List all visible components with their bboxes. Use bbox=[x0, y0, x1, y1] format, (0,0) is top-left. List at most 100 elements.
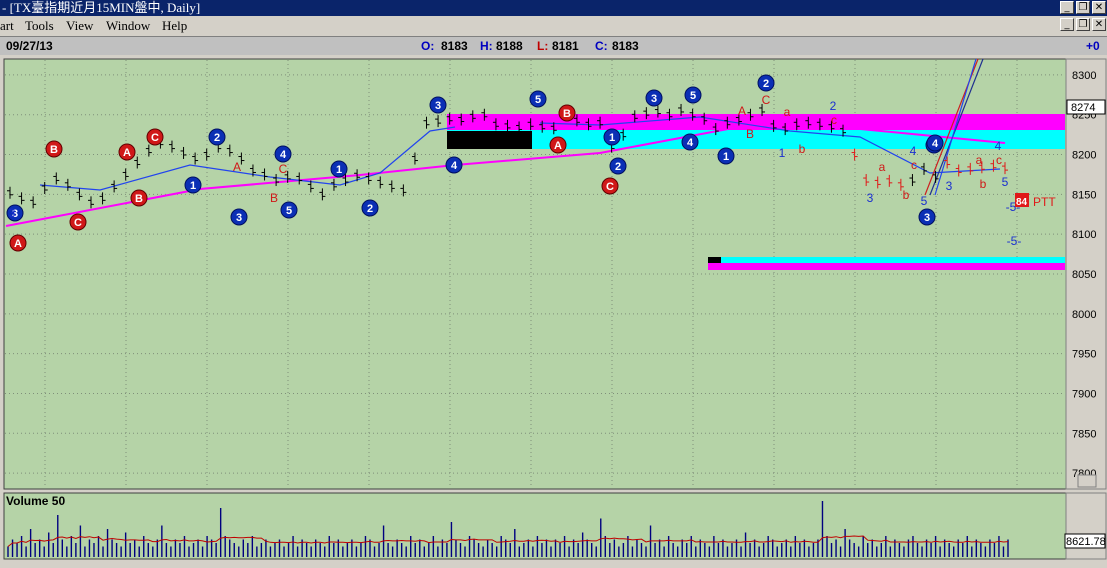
wave-minor-label-blue: -5- bbox=[1007, 234, 1022, 248]
price-tick-label: 8300 bbox=[1072, 70, 1096, 82]
volume-value-label: 8621.78 bbox=[1066, 536, 1106, 548]
minimize-icon[interactable]: _ bbox=[1060, 1, 1074, 14]
wave-minor-label-red: c bbox=[996, 153, 1002, 167]
wave-minor-label-red: C bbox=[762, 93, 771, 107]
wave-minor-label-blue: 1 bbox=[779, 146, 786, 160]
price-tick-label: 8000 bbox=[1072, 309, 1096, 321]
wave-label-blue: 3 bbox=[924, 212, 930, 224]
mdi-minimize-icon[interactable]: _ bbox=[1060, 18, 1074, 31]
window-title: - [TX臺指期近月15MIN盤中, Daily] bbox=[2, 0, 201, 15]
mdi-restore-icon[interactable]: ❐ bbox=[1076, 18, 1090, 31]
wave-label-red: A bbox=[14, 238, 22, 250]
support-zone-cyan bbox=[708, 257, 1065, 263]
price-tick-label: 8150 bbox=[1072, 189, 1096, 201]
wave-minor-label-red: b bbox=[903, 188, 910, 202]
window-title-bar: - [TX臺指期近月15MIN盤中, Daily] _ ❐ ✕ bbox=[0, 0, 1107, 16]
wave-label-red: C bbox=[606, 181, 614, 193]
high-label: H: bbox=[480, 39, 493, 53]
wave-label-blue: 4 bbox=[932, 138, 939, 150]
wave-minor-label-red: a bbox=[879, 160, 886, 174]
ptt-box-value: 84 bbox=[1016, 197, 1028, 208]
high-value: 8188 bbox=[496, 39, 523, 53]
wave-label-blue: 4 bbox=[280, 149, 287, 161]
wave-label-blue: 3 bbox=[435, 100, 441, 112]
wave-minor-label-blue: 4 bbox=[910, 144, 917, 158]
wave-minor-label-red: b bbox=[980, 177, 987, 191]
price-tick-label: 8050 bbox=[1072, 269, 1096, 281]
ptt-label: PTT bbox=[1033, 195, 1056, 209]
menu-item-window[interactable]: Window bbox=[106, 16, 150, 35]
wave-label-blue: 1 bbox=[190, 180, 196, 192]
price-tick-label: 8100 bbox=[1072, 229, 1096, 241]
wave-label-red: B bbox=[50, 144, 58, 156]
wave-label-blue: 1 bbox=[336, 164, 342, 176]
menu-item-tools[interactable]: Tools bbox=[25, 16, 54, 35]
volume-panel[interactable] bbox=[3, 492, 1067, 560]
wave-label-blue: 3 bbox=[236, 212, 242, 224]
menu-item-view[interactable]: View bbox=[66, 16, 93, 35]
chart-area[interactable]: 8300 8250 8200 8150 8100 8050 8000 7950 7900 7850… bbox=[0, 55, 1107, 563]
close-icon[interactable]: ✕ bbox=[1092, 1, 1106, 14]
wave-minor-label-red: a bbox=[784, 105, 791, 119]
wave-minor-label-red: A bbox=[738, 104, 746, 118]
wave-minor-label-red: B bbox=[270, 191, 278, 205]
resistance-zone-magenta bbox=[447, 114, 1065, 130]
wave-label-blue: 1 bbox=[609, 132, 615, 144]
wave-minor-label-blue: 4 bbox=[995, 139, 1002, 153]
wave-minor-label-red: C bbox=[279, 162, 288, 176]
chart-scroll-button[interactable] bbox=[1077, 474, 1097, 488]
price-tick-label: 7850 bbox=[1072, 428, 1096, 440]
menu-item-help[interactable]: Help bbox=[162, 16, 187, 35]
wave-label-blue: 5 bbox=[690, 90, 696, 102]
wave-minor-label-red: c bbox=[831, 113, 837, 127]
price-tick-label: 8200 bbox=[1072, 150, 1096, 162]
restore-icon[interactable]: ❐ bbox=[1076, 1, 1090, 14]
wave-minor-label-blue: 3 bbox=[867, 191, 874, 205]
wave-minor-label-blue: 5 bbox=[1002, 175, 1009, 189]
last-price-label: 8274 bbox=[1071, 102, 1095, 114]
wave-label-red: B bbox=[135, 193, 143, 205]
wave-minor-label-red: b bbox=[799, 142, 806, 156]
low-value: 8181 bbox=[552, 39, 579, 53]
volume-title: Volume 50 bbox=[6, 494, 65, 508]
menu-bar: art Tools View Window Help _ ❐ ✕ bbox=[0, 16, 1107, 35]
wave-label-blue: 2 bbox=[214, 132, 220, 144]
wave-label-blue: 2 bbox=[763, 78, 769, 90]
wave-minor-label-blue: 3 bbox=[946, 179, 953, 193]
volume-axis bbox=[1065, 492, 1107, 560]
open-value: 8183 bbox=[441, 39, 468, 53]
wave-label-blue: 3 bbox=[651, 93, 657, 105]
low-label: L: bbox=[537, 39, 549, 53]
wave-label-red: B bbox=[563, 108, 571, 120]
change-value: +0 bbox=[1086, 39, 1100, 53]
zone-block-black bbox=[447, 131, 532, 149]
wave-minor-label-blue: 3 bbox=[9, 206, 16, 220]
wave-label-red: A bbox=[123, 147, 131, 159]
mdi-close-icon[interactable]: ✕ bbox=[1092, 18, 1106, 31]
wave-label-red: C bbox=[151, 132, 159, 144]
wave-minor-label-blue: 2 bbox=[830, 99, 837, 113]
wave-minor-label-red: A bbox=[233, 160, 241, 174]
price-tick-label: 7900 bbox=[1072, 388, 1096, 400]
wave-label-red: C bbox=[74, 217, 82, 229]
wave-label-blue: 4 bbox=[687, 137, 694, 149]
wave-label-blue: 4 bbox=[451, 160, 458, 172]
wave-label-blue: 2 bbox=[615, 161, 621, 173]
open-label: O: bbox=[421, 39, 435, 53]
wave-label-blue: 1 bbox=[723, 151, 729, 163]
wave-label-blue: 2 bbox=[367, 203, 373, 215]
chart-svg[interactable]: 8300825082008150810080508000795079007850… bbox=[0, 55, 1107, 563]
close-value: 8183 bbox=[612, 39, 639, 53]
support-zone-black bbox=[708, 257, 721, 263]
price-tick-label: 7950 bbox=[1072, 349, 1096, 361]
wave-label-blue: 5 bbox=[535, 94, 541, 106]
wave-minor-label-red: c bbox=[911, 158, 917, 172]
support-zone-magenta bbox=[708, 263, 1065, 270]
wave-minor-label-blue: 5 bbox=[921, 194, 928, 208]
wave-minor-label-red: a bbox=[976, 153, 983, 167]
menu-item-chart[interactable]: art bbox=[0, 16, 14, 35]
close-label: C: bbox=[595, 39, 608, 53]
bar-date: 09/27/13 bbox=[6, 39, 53, 53]
ohlc-info-bar: 09/27/13 O: 8183 H: 8188 L: 8181 C: 8183… bbox=[0, 36, 1107, 55]
wave-label-red: A bbox=[554, 140, 562, 152]
